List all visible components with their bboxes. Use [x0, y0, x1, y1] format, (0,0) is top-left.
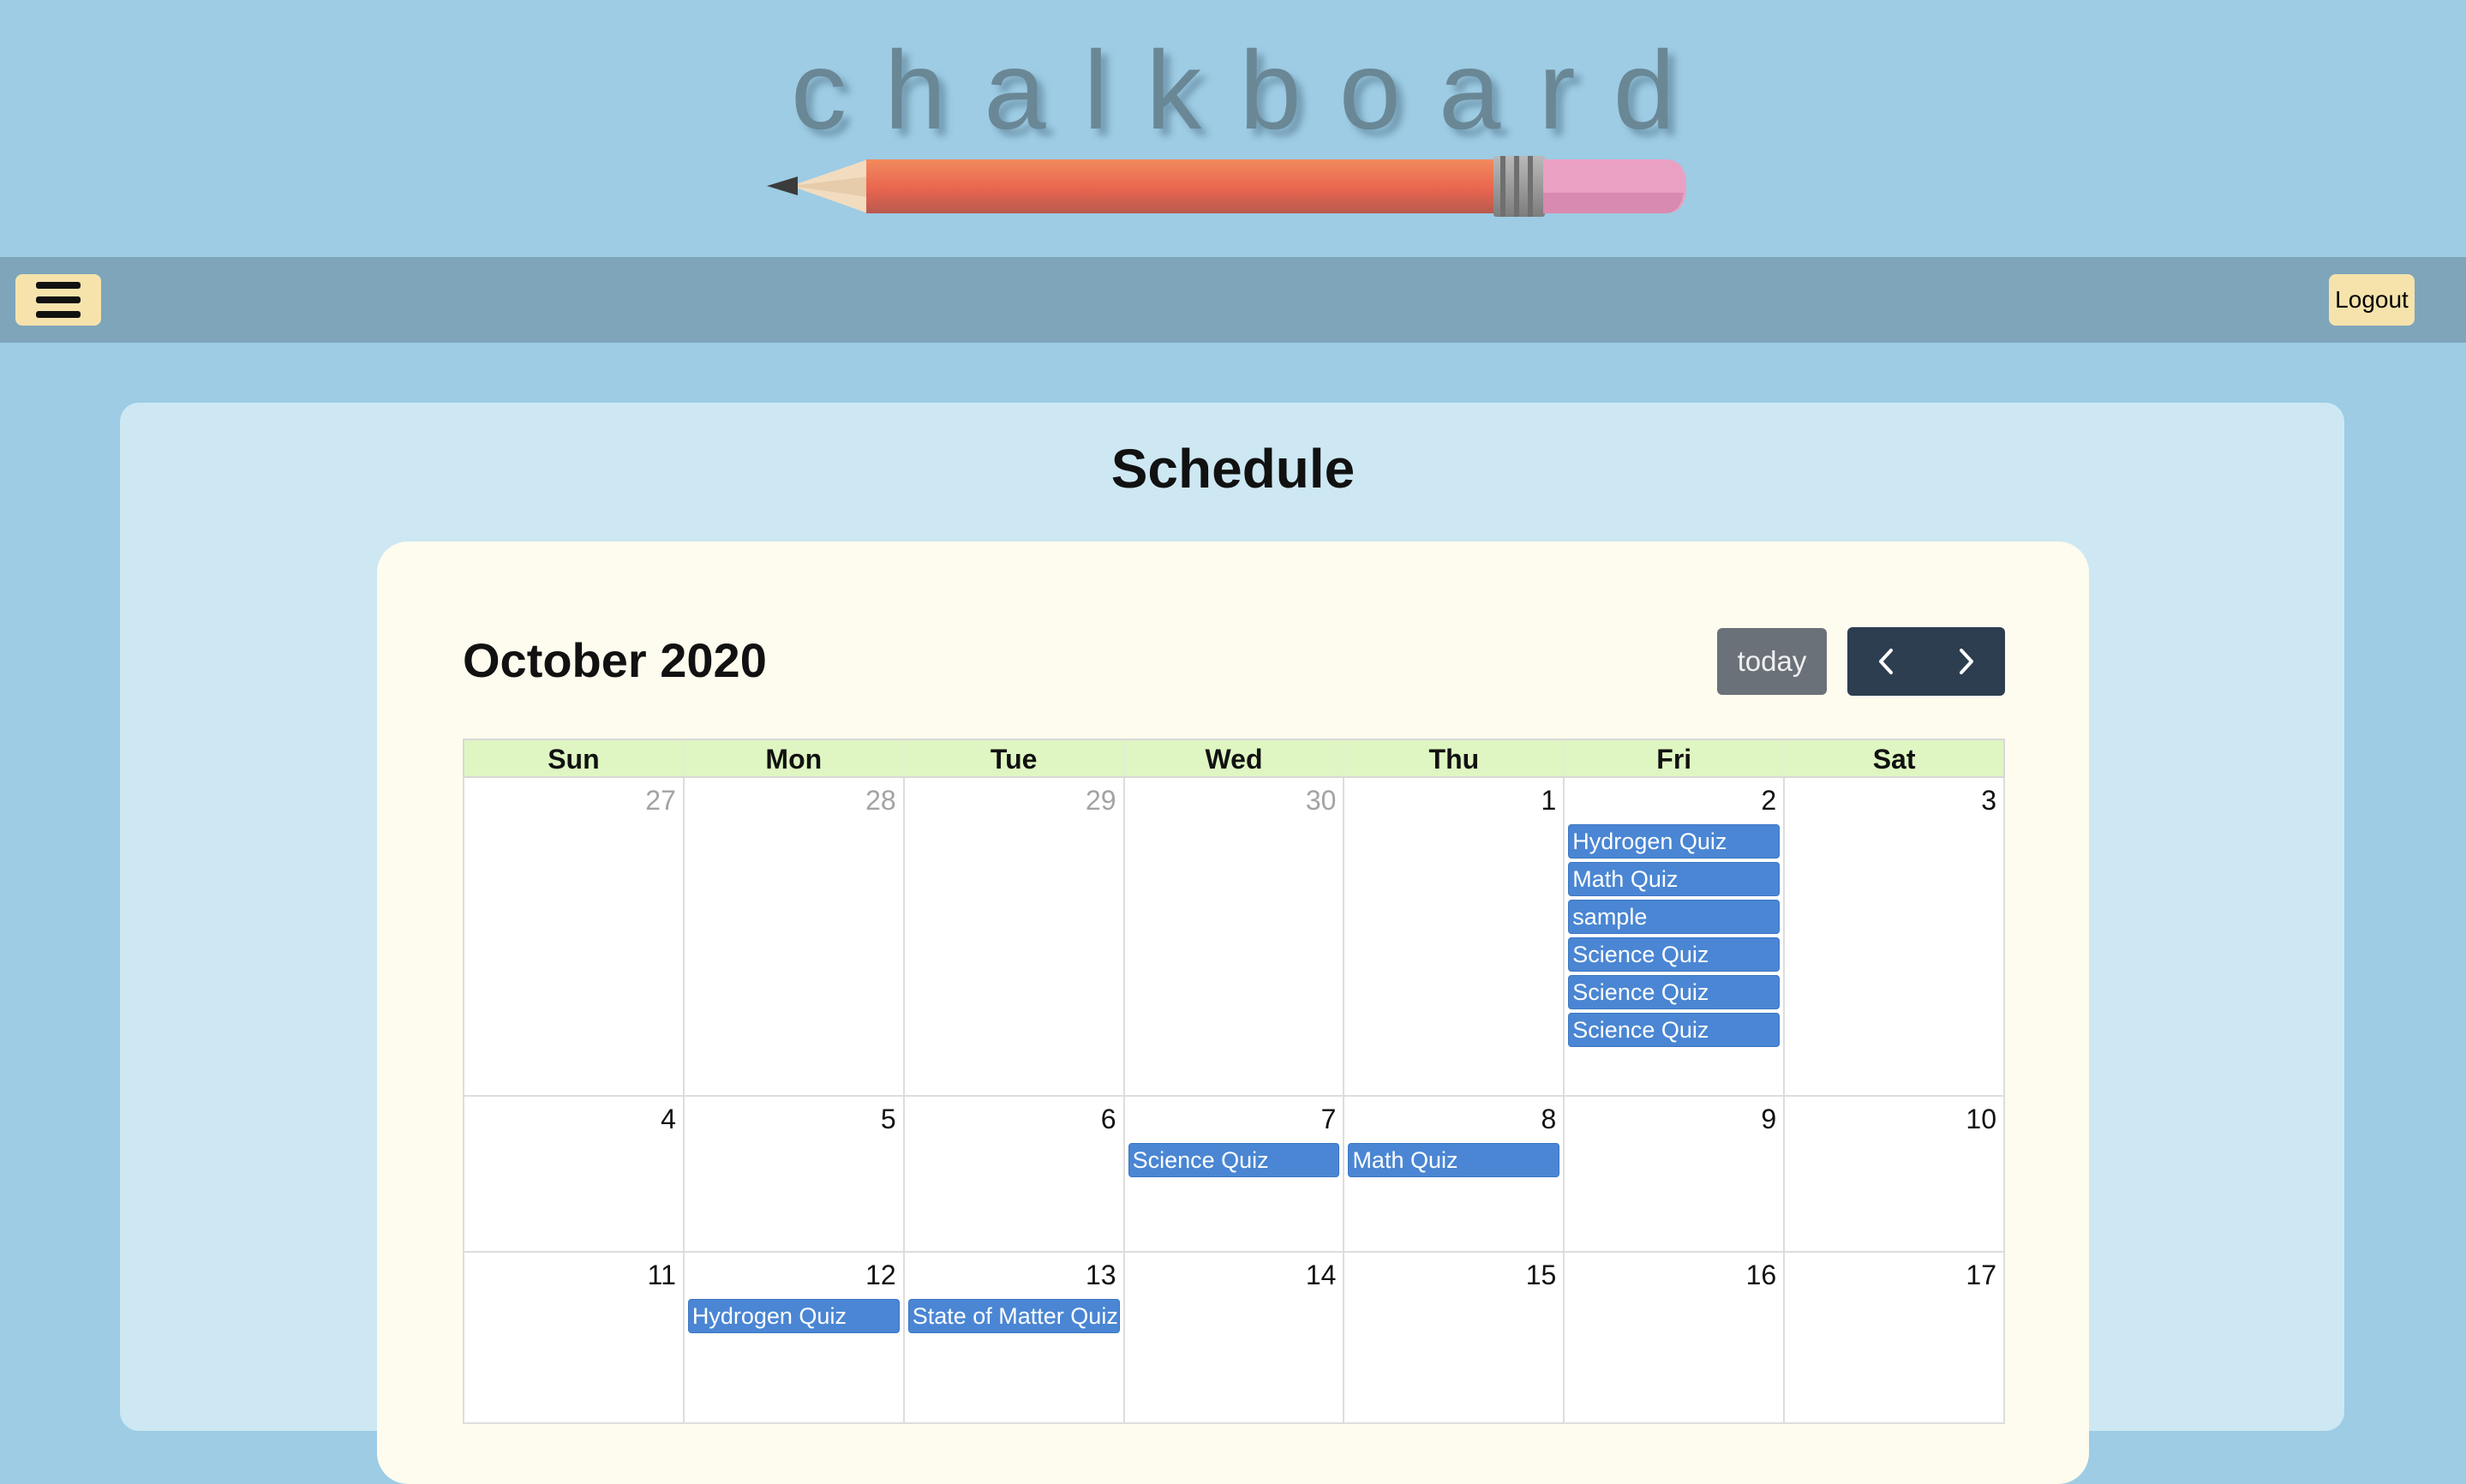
week-row: 27 28 29 30 1 2 Hydrogen Quiz Math Quiz sample Sc…: [463, 778, 2006, 1097]
day-number[interactable]: 7: [1321, 1104, 1337, 1135]
day-number[interactable]: 17: [1966, 1260, 1996, 1291]
prev-month-button[interactable]: [1847, 627, 1926, 696]
site-logo-text: chalkboard: [791, 27, 1713, 153]
calendar-title: October 2020: [463, 633, 767, 687]
day-cell[interactable]: 4: [463, 1097, 683, 1253]
hamburger-menu-icon: [36, 282, 81, 318]
day-number[interactable]: 6: [1101, 1104, 1116, 1135]
day-number[interactable]: 9: [1761, 1104, 1776, 1135]
day-number[interactable]: 14: [1306, 1260, 1337, 1291]
day-number[interactable]: 8: [1541, 1104, 1557, 1135]
day-number[interactable]: 1: [1541, 785, 1557, 817]
day-number[interactable]: 15: [1526, 1260, 1557, 1291]
day-number[interactable]: 2: [1761, 785, 1776, 817]
chevron-left-icon: [1879, 649, 1893, 674]
day-number[interactable]: 12: [865, 1260, 896, 1291]
page-title: Schedule: [1110, 438, 1356, 500]
day-name-sat: Sat: [1783, 740, 2003, 776]
day-number[interactable]: 5: [881, 1104, 896, 1135]
calendar-event[interactable]: State of Matter Quiz: [907, 1299, 1120, 1333]
calendar-event[interactable]: Science Quiz: [1568, 975, 1781, 1009]
day-name-mon: Mon: [682, 740, 903, 776]
menu-button[interactable]: [15, 274, 101, 326]
top-navbar: Logout: [0, 257, 2466, 343]
day-number[interactable]: 10: [1966, 1104, 1996, 1135]
day-cell[interactable]: 15: [1343, 1253, 1564, 1424]
day-number[interactable]: 16: [1746, 1260, 1777, 1291]
day-name-thu: Thu: [1343, 740, 1563, 776]
day-number[interactable]: 28: [865, 785, 896, 817]
day-number[interactable]: 11: [648, 1260, 676, 1291]
day-cell[interactable]: 3: [1783, 778, 2006, 1097]
day-name-wed: Wed: [1122, 740, 1344, 776]
calendar-event[interactable]: Math Quiz: [1568, 862, 1781, 896]
day-number[interactable]: 3: [1981, 785, 1996, 817]
day-cell[interactable]: 16: [1563, 1253, 1784, 1424]
day-cell[interactable]: 8 Math Quiz: [1343, 1097, 1564, 1253]
calendar-event[interactable]: sample: [1568, 900, 1781, 934]
calendar-event[interactable]: Math Quiz: [1348, 1143, 1560, 1177]
week-row: 4 5 6 7 Science Quiz 8 Math Quiz 9 10: [463, 1097, 2006, 1253]
chevron-right-icon: [1960, 649, 1973, 674]
calendar-event[interactable]: Hydrogen Quiz: [687, 1299, 900, 1333]
day-name-fri: Fri: [1563, 740, 1783, 776]
event-list: State of Matter Quiz: [907, 1299, 1120, 1337]
day-cell[interactable]: 30: [1122, 778, 1344, 1097]
calendar-grid: Sun Mon Tue Wed Thu Fri Sat 27 28 29 30 1 2 Hy…: [463, 739, 2006, 1424]
day-number[interactable]: 30: [1306, 785, 1337, 817]
day-number[interactable]: 29: [1086, 785, 1116, 817]
week-row: 11 12 Hydrogen Quiz 13 State of Matter Quiz 1…: [463, 1253, 2006, 1424]
pencil-icon: [767, 156, 1686, 217]
day-cell[interactable]: 29: [902, 778, 1123, 1097]
day-cell[interactable]: 5: [682, 1097, 903, 1253]
day-number[interactable]: 27: [645, 785, 676, 817]
event-list: Math Quiz: [1348, 1143, 1560, 1181]
day-cell[interactable]: 9: [1563, 1097, 1784, 1253]
day-cell[interactable]: 13 State of Matter Quiz: [902, 1253, 1123, 1424]
day-cell[interactable]: 10: [1783, 1097, 2006, 1253]
day-cell[interactable]: 28: [682, 778, 903, 1097]
day-name-tue: Tue: [902, 740, 1123, 776]
event-list: Hydrogen Quiz Math Quiz sample Science Quiz…: [1568, 824, 1781, 1050]
calendar-event[interactable]: Science Quiz: [1128, 1143, 1340, 1177]
calendar-event[interactable]: Hydrogen Quiz: [1568, 824, 1781, 859]
calendar-nav-group: [1847, 627, 2005, 696]
event-list: Hydrogen Quiz: [687, 1299, 900, 1337]
day-cell[interactable]: 7 Science Quiz: [1122, 1097, 1344, 1253]
day-cell[interactable]: 17: [1783, 1253, 2006, 1424]
day-number[interactable]: 13: [1086, 1260, 1116, 1291]
calendar-weeks: 27 28 29 30 1 2 Hydrogen Quiz Math Quiz sample Sc…: [463, 778, 2006, 1424]
calendar-event[interactable]: Science Quiz: [1568, 937, 1781, 972]
day-cell[interactable]: 27: [463, 778, 683, 1097]
day-cell[interactable]: 12 Hydrogen Quiz: [682, 1253, 903, 1424]
site-header: chalkboard: [0, 0, 2466, 257]
next-month-button[interactable]: [1926, 627, 2005, 696]
day-cell[interactable]: 2 Hydrogen Quiz Math Quiz sample Science Qui…: [1563, 778, 1784, 1097]
day-name-sun: Sun: [548, 744, 600, 775]
day-cell[interactable]: 6: [902, 1097, 1123, 1253]
calendar-event[interactable]: Science Quiz: [1568, 1013, 1781, 1047]
day-cell[interactable]: 1: [1343, 778, 1564, 1097]
logout-button[interactable]: Logout: [2329, 274, 2415, 326]
today-button[interactable]: today: [1717, 628, 1827, 695]
day-names-row: Sun Mon Tue Wed Thu Fri Sat: [463, 739, 2005, 778]
event-list: Science Quiz: [1128, 1143, 1340, 1181]
day-cell[interactable]: 11: [463, 1253, 683, 1424]
day-number[interactable]: 4: [661, 1104, 676, 1135]
day-cell[interactable]: 14: [1122, 1253, 1344, 1424]
